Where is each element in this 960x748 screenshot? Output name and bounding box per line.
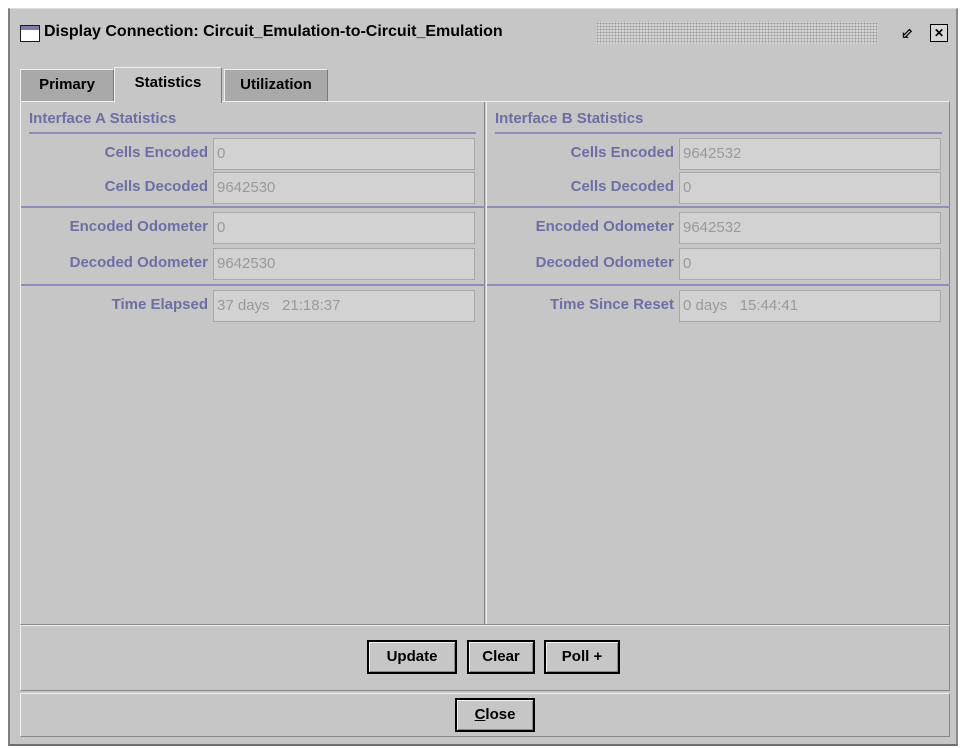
- section-divider: [487, 284, 950, 286]
- section-divider: [21, 206, 484, 208]
- close-label-rest: lose: [485, 706, 516, 723]
- title-bar[interactable]: Display Connection: Circuit_Emulation-to…: [14, 13, 952, 53]
- decoded-odometer-field: 0: [679, 248, 941, 280]
- time-since-reset-label: Time Since Reset: [550, 296, 674, 313]
- decoded-odometer-field: 9642530: [213, 248, 475, 280]
- decoded-odometer-label: Decoded Odometer: [69, 254, 208, 271]
- interface-b-title-rule: [495, 132, 942, 134]
- interface-a-section: Interface A Statistics Cells Encoded 0 C…: [21, 102, 485, 624]
- stat-row: Time Elapsed 37 days 21:18:37: [21, 288, 484, 322]
- stat-row: Decoded Odometer 9642530: [21, 246, 484, 280]
- stat-row: Time Since Reset 0 days 15:44:41: [487, 288, 950, 322]
- section-divider: [487, 206, 950, 208]
- close-window-icon[interactable]: ✕: [930, 24, 948, 42]
- close-button[interactable]: Close: [455, 698, 535, 732]
- stat-row: Cells Decoded 0: [487, 170, 950, 204]
- cells-decoded-label: Cells Decoded: [104, 178, 208, 195]
- clear-button[interactable]: Clear: [467, 640, 535, 674]
- encoded-odometer-label: Encoded Odometer: [535, 218, 674, 235]
- cells-decoded-field: 0: [679, 172, 941, 204]
- encoded-odometer-label: Encoded Odometer: [69, 218, 208, 235]
- stat-row: Cells Decoded 9642530: [21, 170, 484, 204]
- statistics-button-bar: Update Clear Poll +: [20, 625, 950, 691]
- dialog-content: Primary Statistics Utilization Interface…: [16, 57, 954, 739]
- interface-b-title: Interface B Statistics: [495, 110, 644, 127]
- section-divider: [21, 284, 484, 286]
- encoded-odometer-field: 9642532: [679, 212, 941, 244]
- cells-encoded-label: Cells Encoded: [570, 144, 674, 161]
- update-button[interactable]: Update: [367, 640, 457, 674]
- encoded-odometer-field: 0: [213, 212, 475, 244]
- tab-primary[interactable]: Primary: [20, 69, 114, 101]
- tab-statistics[interactable]: Statistics: [114, 67, 222, 103]
- stat-row: Encoded Odometer 9642532: [487, 210, 950, 244]
- tab-utilization[interactable]: Utilization: [224, 69, 328, 101]
- poll-button[interactable]: Poll +: [544, 640, 620, 674]
- cells-encoded-field: 0: [213, 138, 475, 170]
- stat-row: Cells Encoded 9642532: [487, 136, 950, 170]
- interface-a-title-rule: [29, 132, 476, 134]
- cells-decoded-field: 9642530: [213, 172, 475, 204]
- restore-icon[interactable]: ⬃: [898, 24, 916, 42]
- time-elapsed-label: Time Elapsed: [111, 296, 208, 313]
- interface-b-section: Interface B Statistics Cells Encoded 964…: [486, 102, 950, 624]
- close-mnemonic: C: [474, 706, 486, 723]
- time-elapsed-field: 37 days 21:18:37: [213, 290, 475, 322]
- title-bar-grip[interactable]: [596, 22, 878, 44]
- window-title: Display Connection: Circuit_Emulation-to…: [44, 23, 503, 40]
- close-button-bar: Close: [20, 693, 950, 737]
- stat-row: Decoded Odometer 0: [487, 246, 950, 280]
- cells-encoded-field: 9642532: [679, 138, 941, 170]
- stat-row: Encoded Odometer 0: [21, 210, 484, 244]
- cells-encoded-label: Cells Encoded: [104, 144, 208, 161]
- display-connection-window: Display Connection: Circuit_Emulation-to…: [8, 8, 958, 746]
- interface-a-title: Interface A Statistics: [29, 110, 177, 127]
- decoded-odometer-label: Decoded Odometer: [535, 254, 674, 271]
- window-icon: [20, 25, 40, 42]
- time-since-reset-field: 0 days 15:44:41: [679, 290, 941, 322]
- stat-row: Cells Encoded 0: [21, 136, 484, 170]
- cells-decoded-label: Cells Decoded: [570, 178, 674, 195]
- statistics-panel: Interface A Statistics Cells Encoded 0 C…: [20, 101, 950, 625]
